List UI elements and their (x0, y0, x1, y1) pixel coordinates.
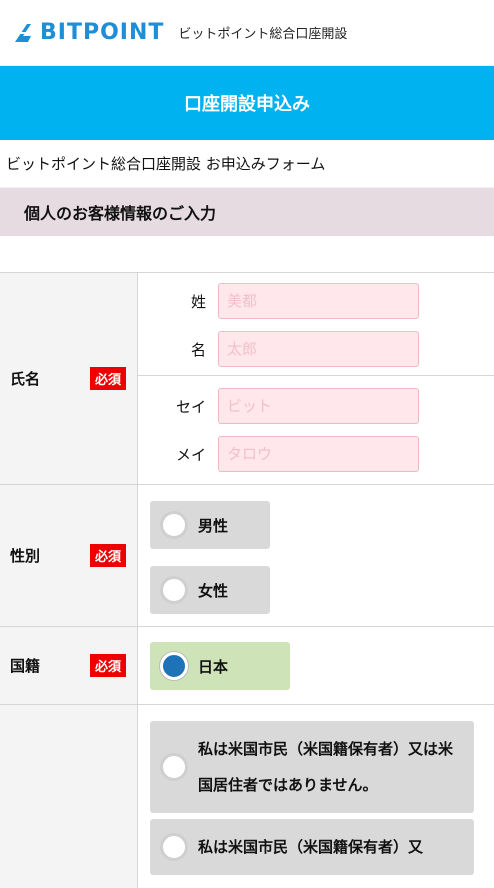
us-option-us-person[interactable]: 私は米国市民（米国籍保有者）又 (150, 819, 474, 875)
app-header: BITPOINT ビットポイント総合口座開設 (0, 0, 494, 66)
us-person-row: 私は米国市民（米国籍保有者）又は米国居住者ではありません。 私は米国市民（米国籍… (0, 704, 494, 888)
gender-option-label: 男性 (198, 516, 229, 535)
gender-label: 性別 (10, 547, 41, 565)
radio-circle (160, 833, 188, 861)
nationality-label: 国籍 (10, 657, 41, 675)
gender-row: 性別 必須 男性 女性 (0, 484, 494, 626)
page-title-bar: 口座開設申込み (0, 66, 494, 140)
last-name-label: 姓 (190, 292, 206, 311)
gender-options: 男性 女性 (138, 485, 494, 626)
us-option-not-us-person[interactable]: 私は米国市民（米国籍保有者）又は米国居住者ではありません。 (150, 721, 474, 813)
radio-selected-circle (160, 652, 188, 680)
gender-label-cell: 性別 必須 (0, 485, 138, 626)
page-title: 口座開設申込み (184, 94, 310, 115)
required-badge: 必須 (90, 367, 127, 390)
us-option-label: 私は米国市民（米国籍保有者）又は米国居住者ではありません。 (198, 740, 454, 794)
nationality-options: 日本 (138, 627, 494, 704)
first-name-kana-label: メイ (175, 445, 206, 464)
first-name-label: 名 (190, 340, 206, 359)
last-name-kana-label: セイ (175, 397, 206, 416)
nationality-label-cell: 国籍 必須 (0, 627, 138, 704)
us-option-label: 私は米国市民（米国籍保有者）又 (198, 838, 424, 856)
gender-option-male[interactable]: 男性 (150, 501, 270, 549)
first-name-input[interactable] (218, 331, 419, 367)
bitpoint-logo-icon (15, 23, 31, 42)
header-subtitle: ビットポイント総合口座開設 (178, 27, 348, 42)
gender-option-female[interactable]: 女性 (150, 566, 270, 614)
last-name-kana-input[interactable] (218, 388, 419, 424)
name-row: 氏名 必須 姓 名 セイ メイ (0, 272, 494, 484)
logo-text: BITPOINT (40, 20, 165, 45)
nationality-option-label: 日本 (198, 657, 229, 676)
last-name-field: 姓 (138, 277, 494, 325)
last-name-input[interactable] (218, 283, 419, 319)
kana-name-block: セイ メイ (138, 375, 494, 480)
first-name-kana-input[interactable] (218, 436, 419, 472)
name-fields: 姓 名 セイ メイ (138, 273, 494, 484)
section-heading: 個人のお客様情報のご入力 (0, 188, 494, 236)
gender-option-label: 女性 (198, 581, 229, 600)
first-name-field: 名 (138, 325, 494, 373)
name-label: 氏名 (10, 370, 41, 388)
radio-circle (160, 511, 188, 539)
required-badge: 必須 (90, 544, 127, 567)
bitpoint-logo[interactable]: BITPOINT (12, 20, 164, 45)
section-title: 個人のお客様情報のご入力 (24, 204, 217, 223)
us-person-options: 私は米国市民（米国籍保有者）又は米国居住者ではありません。 私は米国市民（米国籍… (138, 705, 494, 888)
radio-circle (160, 576, 188, 604)
nationality-row: 国籍 必須 日本 (0, 626, 494, 704)
first-name-kana-field: メイ (138, 430, 494, 478)
radio-circle (160, 753, 188, 781)
form-name: ビットポイント総合口座開設 お申込みフォーム (0, 140, 494, 188)
required-badge: 必須 (90, 654, 127, 677)
last-name-kana-field: セイ (138, 382, 494, 430)
us-person-label-cell (0, 705, 138, 888)
name-label-cell: 氏名 必須 (0, 273, 138, 484)
kanji-name-block: 姓 名 (138, 273, 494, 375)
nationality-option-japan[interactable]: 日本 (150, 642, 290, 690)
